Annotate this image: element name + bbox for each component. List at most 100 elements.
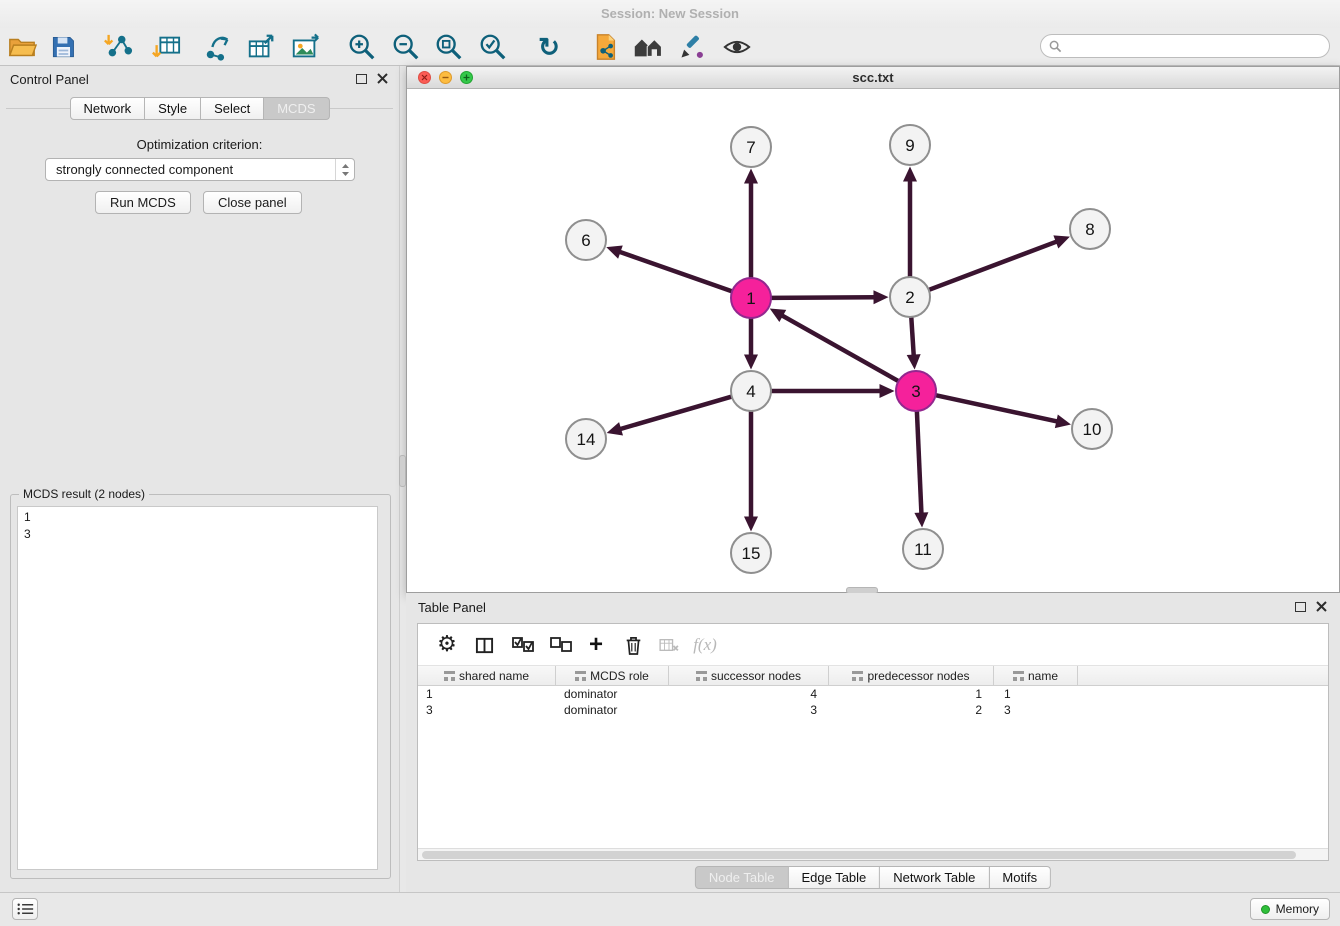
control-panel-tabs: Network Style Select MCDS (69, 97, 329, 120)
float-panel-icon[interactable] (356, 74, 367, 84)
tab-network-table[interactable]: Network Table (880, 866, 989, 889)
import-table-icon[interactable] (149, 30, 183, 64)
edge-3-10[interactable] (936, 395, 1059, 421)
arrowhead-icon (1055, 414, 1071, 428)
memory-status-icon (1261, 905, 1270, 914)
tab-style[interactable]: Style (145, 97, 201, 120)
arrowhead-icon (1053, 235, 1070, 248)
open-folder-icon[interactable] (5, 30, 39, 64)
export-table-icon[interactable] (244, 30, 278, 64)
control-panel-title: Control Panel (10, 72, 89, 87)
table-panel: Table Panel ⚙ (406, 593, 1340, 892)
edge-1-6[interactable] (619, 251, 733, 291)
node-label: 1 (746, 289, 755, 308)
list-icon (17, 903, 34, 915)
run-mcds-button[interactable]: Run MCDS (95, 191, 191, 214)
tab-mcds[interactable]: MCDS (264, 97, 329, 120)
cell-mcds-role[interactable]: dominator (556, 702, 669, 718)
column-header-predecessor-nodes[interactable]: predecessor nodes (829, 666, 994, 685)
first-neighbors-icon[interactable] (632, 30, 666, 64)
node-label: 11 (914, 540, 932, 559)
zoom-selected-icon[interactable] (476, 30, 510, 64)
add-column-icon[interactable]: + (581, 631, 611, 659)
float-table-panel-icon[interactable] (1295, 602, 1306, 612)
edge-3-11[interactable] (917, 411, 922, 515)
close-table-panel-icon[interactable] (1315, 600, 1328, 613)
style-page-icon[interactable] (588, 30, 622, 64)
cell-predecessor-nodes[interactable]: 2 (829, 702, 994, 718)
tab-node-table[interactable]: Node Table (695, 866, 789, 889)
arrowhead-icon (914, 512, 928, 527)
column-header-mcds-role[interactable]: MCDS role (556, 666, 669, 685)
node-label: 2 (905, 288, 914, 307)
edge-2-8[interactable] (929, 241, 1058, 290)
tab-edge-table[interactable]: Edge Table (788, 866, 880, 889)
splitter-grip-vertical[interactable] (399, 455, 406, 487)
table-horizontal-scrollbar[interactable] (418, 848, 1328, 860)
refresh-layout-icon[interactable]: ↻ (532, 30, 566, 64)
cell-successor-nodes[interactable]: 4 (669, 686, 829, 702)
zoom-out-icon[interactable] (389, 30, 423, 64)
arrowhead-icon (607, 422, 623, 435)
criterion-dropdown[interactable]: strongly connected component (45, 158, 355, 181)
edge-3-1[interactable] (781, 315, 899, 381)
cell-successor-nodes[interactable]: 3 (669, 702, 829, 718)
maximize-window-icon[interactable] (460, 71, 473, 84)
select-all-columns-icon[interactable] (508, 631, 538, 659)
deselect-all-columns-icon[interactable] (546, 631, 576, 659)
node-label: 3 (911, 382, 920, 401)
main-toolbar: ↻ (0, 28, 1340, 66)
edge-2-3[interactable] (911, 317, 914, 357)
mcds-result-list[interactable]: 1 3 (17, 506, 378, 870)
task-history-button[interactable] (12, 898, 38, 920)
node-label: 4 (746, 382, 755, 401)
arrowhead-icon (903, 167, 917, 182)
arrowhead-icon (744, 169, 758, 184)
result-line: 1 (24, 509, 371, 526)
style-brush-icon[interactable] (675, 30, 709, 64)
cell-shared-name[interactable]: 3 (418, 702, 556, 718)
gear-icon[interactable]: ⚙ (432, 631, 462, 659)
show-hide-eye-icon[interactable] (720, 30, 754, 64)
node-label: 9 (905, 136, 914, 155)
delete-column-icon[interactable] (618, 631, 648, 659)
close-window-icon[interactable] (418, 71, 431, 84)
network-window-titlebar[interactable]: scc.txt (407, 67, 1339, 89)
control-panel: Control Panel Network Style Select MCDS … (0, 66, 400, 892)
search-input[interactable] (1062, 39, 1321, 53)
cell-name[interactable]: 3 (994, 702, 1078, 718)
cell-name[interactable]: 1 (994, 686, 1078, 702)
show-columns-icon[interactable] (469, 631, 499, 659)
export-network-icon[interactable] (201, 30, 235, 64)
column-header-successor-nodes[interactable]: successor nodes (669, 666, 829, 685)
tab-motifs[interactable]: Motifs (989, 866, 1051, 889)
cell-shared-name[interactable]: 1 (418, 686, 556, 702)
mcds-result-group: MCDS result (2 nodes) 1 3 (10, 494, 391, 879)
search-field[interactable] (1040, 34, 1330, 58)
tab-select[interactable]: Select (201, 97, 264, 120)
cell-predecessor-nodes[interactable]: 1 (829, 686, 994, 702)
network-canvas[interactable]: 7968124310141511 (407, 89, 1339, 593)
arrowhead-icon (744, 517, 758, 532)
save-icon[interactable] (46, 30, 80, 64)
node-label: 8 (1085, 220, 1094, 239)
node-label: 10 (1083, 420, 1102, 439)
minimize-window-icon[interactable] (439, 71, 452, 84)
cell-mcds-role[interactable]: dominator (556, 686, 669, 702)
delete-table-icon (654, 631, 684, 659)
close-panel-icon[interactable] (376, 72, 389, 85)
import-network-icon[interactable] (101, 30, 135, 64)
chevron-updown-icon (335, 159, 354, 180)
zoom-in-icon[interactable] (345, 30, 379, 64)
tab-network[interactable]: Network (69, 97, 145, 120)
column-header-name[interactable]: name (994, 666, 1078, 685)
column-header-shared-name[interactable]: shared name (418, 666, 556, 685)
zoom-fit-icon[interactable] (432, 30, 466, 64)
edge-1-2[interactable] (771, 297, 876, 298)
memory-button[interactable]: Memory (1250, 898, 1330, 920)
scrollbar-thumb[interactable] (422, 851, 1296, 859)
export-image-icon[interactable] (288, 30, 322, 64)
edge-4-14[interactable] (619, 397, 732, 430)
close-panel-button[interactable]: Close panel (203, 191, 302, 214)
status-bar: Memory (0, 892, 1340, 926)
